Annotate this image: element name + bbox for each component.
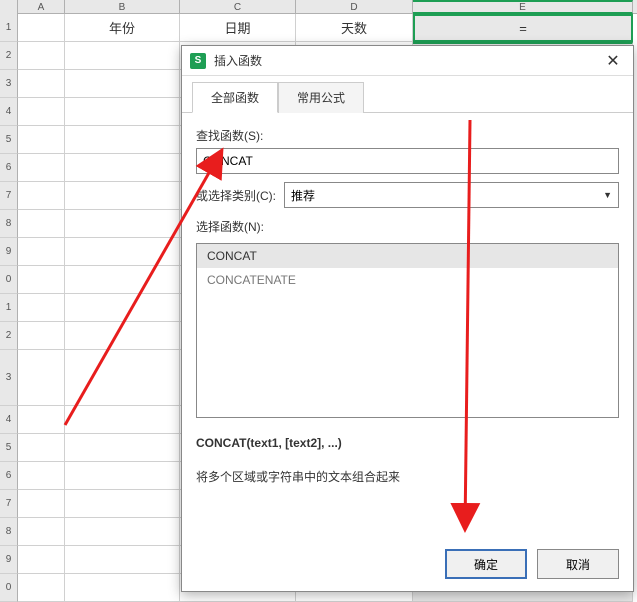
dialog-title: 插入函数 [214,52,601,69]
cell-B5[interactable] [65,126,180,154]
row-header-3[interactable]: 3 [0,70,18,98]
search-label: 查找函数(S): [196,127,619,144]
row-header-18[interactable]: 8 [0,518,18,546]
row-1: 1 年份 日期 天数 = [0,14,637,42]
app-icon: S [190,53,206,69]
row-header-11[interactable]: 1 [0,294,18,322]
col-header-A[interactable]: A [18,0,65,14]
cell-C1[interactable]: 日期 [180,14,296,42]
cell-B10[interactable] [65,266,180,294]
cell-A13[interactable] [18,350,65,406]
row-header-2[interactable]: 2 [0,42,18,70]
ok-button[interactable]: 确定 [445,549,527,579]
row-header-1[interactable]: 1 [0,14,18,42]
select-function-label: 选择函数(N): [196,218,619,235]
function-list[interactable]: CONCAT CONCATENATE [196,243,619,418]
function-description: 将多个区域或字符串中的文本组合起来 [196,468,619,485]
cell-A11[interactable] [18,294,65,322]
cell-B16[interactable] [65,462,180,490]
cell-B9[interactable] [65,238,180,266]
row-header-9[interactable]: 9 [0,238,18,266]
cell-B15[interactable] [65,434,180,462]
tab-all-functions[interactable]: 全部函数 [192,82,278,113]
cell-B19[interactable] [65,546,180,574]
row-header-4[interactable]: 4 [0,98,18,126]
cell-B7[interactable] [65,182,180,210]
search-input[interactable] [196,148,619,174]
cell-B13[interactable] [65,350,180,406]
cell-A5[interactable] [18,126,65,154]
category-label: 或选择类别(C): [196,187,276,204]
cell-A12[interactable] [18,322,65,350]
row-header-6[interactable]: 6 [0,154,18,182]
cell-B11[interactable] [65,294,180,322]
dialog-tabs: 全部函数 常用公式 [182,76,633,113]
row-header-19[interactable]: 9 [0,546,18,574]
cell-B18[interactable] [65,518,180,546]
cell-B20[interactable] [65,574,180,602]
cell-A8[interactable] [18,210,65,238]
cell-A6[interactable] [18,154,65,182]
row-header-10[interactable]: 0 [0,266,18,294]
row-header-5[interactable]: 5 [0,126,18,154]
cell-B14[interactable] [65,406,180,434]
cell-D1[interactable]: 天数 [296,14,413,42]
row-header-16[interactable]: 6 [0,462,18,490]
cell-A7[interactable] [18,182,65,210]
tab-common-formulas[interactable]: 常用公式 [278,82,364,113]
col-header-D[interactable]: D [296,0,413,14]
cell-B8[interactable] [65,210,180,238]
category-value: 推荐 [291,187,315,204]
row-header-8[interactable]: 8 [0,210,18,238]
cell-A19[interactable] [18,546,65,574]
list-item-concatenate[interactable]: CONCATENATE [197,268,618,292]
col-header-C[interactable]: C [180,0,296,14]
cell-E1[interactable]: = [413,14,633,42]
category-select[interactable]: 推荐 ▼ [284,182,619,208]
cancel-button[interactable]: 取消 [537,549,619,579]
select-all-cell[interactable] [0,0,18,14]
chevron-down-icon: ▼ [603,190,612,200]
cell-A4[interactable] [18,98,65,126]
col-header-row: A B C D E [0,0,637,14]
col-header-E[interactable]: E [413,0,633,14]
cell-B3[interactable] [65,70,180,98]
insert-function-dialog: S 插入函数 ✕ 全部函数 常用公式 查找函数(S): 或选择类别(C): 推荐… [181,45,634,592]
row-header-17[interactable]: 7 [0,490,18,518]
list-item-concat[interactable]: CONCAT [197,244,618,268]
cell-A20[interactable] [18,574,65,602]
cell-A2[interactable] [18,42,65,70]
row-header-14[interactable]: 4 [0,406,18,434]
function-syntax: CONCAT(text1, [text2], ...) [196,436,619,450]
row-header-13[interactable]: 3 [0,350,18,406]
cell-A1[interactable] [18,14,65,42]
dialog-footer: 确定 取消 [182,537,633,591]
col-header-B[interactable]: B [65,0,180,14]
cell-B2[interactable] [65,42,180,70]
cell-A17[interactable] [18,490,65,518]
cell-B1[interactable]: 年份 [65,14,180,42]
row-header-12[interactable]: 2 [0,322,18,350]
cell-A10[interactable] [18,266,65,294]
row-header-7[interactable]: 7 [0,182,18,210]
close-icon[interactable]: ✕ [601,49,625,73]
cell-A15[interactable] [18,434,65,462]
dialog-body: 查找函数(S): 或选择类别(C): 推荐 ▼ 选择函数(N): CONCAT … [182,113,633,537]
row-header-20[interactable]: 0 [0,574,18,602]
cell-B4[interactable] [65,98,180,126]
cell-B12[interactable] [65,322,180,350]
cell-A9[interactable] [18,238,65,266]
cell-A14[interactable] [18,406,65,434]
cell-A16[interactable] [18,462,65,490]
cell-A18[interactable] [18,518,65,546]
cell-B6[interactable] [65,154,180,182]
dialog-titlebar[interactable]: S 插入函数 ✕ [182,46,633,76]
row-header-15[interactable]: 5 [0,434,18,462]
cell-B17[interactable] [65,490,180,518]
cell-A3[interactable] [18,70,65,98]
